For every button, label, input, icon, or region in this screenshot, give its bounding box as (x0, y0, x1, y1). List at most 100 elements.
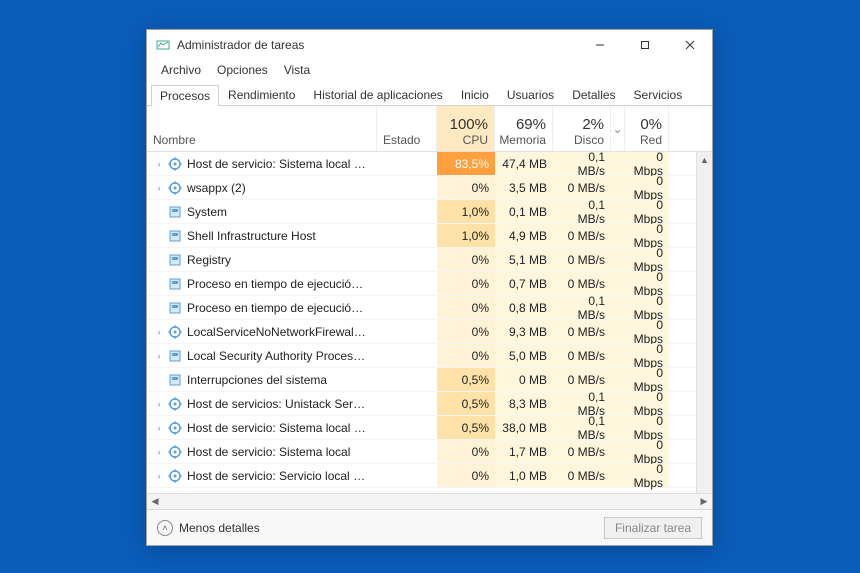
memory-cell: 1,7 MB (495, 440, 553, 463)
process-name-cell[interactable]: Shell Infrastructure Host (147, 224, 377, 247)
tab-startup[interactable]: Inicio (452, 84, 498, 105)
memory-cell: 0,7 MB (495, 272, 553, 295)
tab-app-history[interactable]: Historial de aplicaciones (304, 84, 451, 105)
table-row[interactable]: Shell Infrastructure Host1,0%4,9 MB0 MB/… (147, 224, 712, 248)
table-row[interactable]: › Host de servicio: Servicio local (... 0%… (147, 464, 712, 488)
process-name-cell[interactable]: Proceso en tiempo de ejecución... (147, 272, 377, 295)
scroll-up-icon[interactable]: ▲ (697, 152, 712, 168)
header-status[interactable]: Estado (377, 106, 437, 151)
process-list[interactable]: ›Host de servicio: Sistema local (...83,… (147, 152, 712, 493)
header-network[interactable]: 0% Red (625, 106, 669, 151)
expand-icon[interactable]: › (153, 183, 165, 193)
menu-options[interactable]: Opciones (209, 63, 276, 77)
header-name[interactable]: Nombre (147, 106, 377, 151)
expand-icon[interactable]: › (153, 471, 165, 481)
footer: ˄ Menos detalles Finalizar tarea (147, 509, 712, 545)
process-name-cell[interactable]: › Host de servicio: Servicio local (... (147, 464, 377, 487)
table-row[interactable]: Proceso en tiempo de ejecución... 0%0,8 M… (147, 296, 712, 320)
memory-cell: 0,8 MB (495, 296, 553, 319)
table-row[interactable]: ›wsappx (2)0%3,5 MB0 MB/s0 Mbps (147, 176, 712, 200)
network-cell: 0 Mbps (625, 368, 669, 391)
expand-icon[interactable]: › (153, 399, 165, 409)
disk-cell: 0 MB/s (553, 224, 611, 247)
scroll-right-icon[interactable]: ▶ (696, 496, 712, 507)
memory-cell: 4,9 MB (495, 224, 553, 247)
table-row[interactable]: ›Host de servicio: Sistema local 0%1,7 MB… (147, 440, 712, 464)
minimize-button[interactable] (577, 30, 622, 60)
sort-indicator[interactable]: ⌄ (611, 106, 625, 151)
column-headers: Nombre Estado 100% CPU 69% Memoria 2% Di… (147, 106, 712, 152)
tab-processes[interactable]: Procesos (151, 85, 219, 106)
expand-icon[interactable]: › (153, 423, 165, 433)
tab-users[interactable]: Usuarios (498, 84, 563, 105)
disk-cell: 0 MB/s (553, 248, 611, 271)
table-row[interactable]: ›LocalServiceNoNetworkFirewall ...0%9,3 … (147, 320, 712, 344)
disk-cell: 0 MB/s (553, 272, 611, 295)
fewer-details-button[interactable]: ˄ Menos detalles (157, 520, 260, 536)
process-status-cell (377, 200, 437, 223)
gear-icon (167, 324, 183, 340)
table-row[interactable]: ›Host de servicios: Unistack Servi...0,5… (147, 392, 712, 416)
memory-cell: 5,0 MB (495, 344, 553, 367)
expand-icon[interactable]: › (153, 447, 165, 457)
expand-icon[interactable]: › (153, 351, 165, 361)
table-row[interactable]: Proceso en tiempo de ejecución...0%0,7 M… (147, 272, 712, 296)
process-name-cell[interactable]: › Host de servicio: Sistema local (... (147, 416, 377, 439)
network-cell: 0 Mbps (625, 152, 669, 175)
table-row[interactable]: ›Local Security Authority Process...0%5,… (147, 344, 712, 368)
process-name-cell[interactable]: ›wsappx (2) (147, 176, 377, 199)
header-memory[interactable]: 69% Memoria (495, 106, 553, 151)
process-name: Host de servicio: Sistema local (... (187, 421, 367, 435)
table-row[interactable]: ›Host de servicio: Sistema local (...83,… (147, 152, 712, 176)
process-name: Host de servicio: Servicio local (... (187, 469, 367, 483)
memory-cell: 47,4 MB (495, 152, 553, 175)
header-disk[interactable]: 2% Disco (553, 106, 611, 151)
process-name-cell[interactable]: Interrupciones del sistema (147, 368, 377, 391)
network-cell: 0 Mbps (625, 296, 669, 319)
tab-services[interactable]: Servicios (625, 84, 692, 105)
menu-file[interactable]: Archivo (153, 63, 209, 77)
tab-performance[interactable]: Rendimiento (219, 84, 304, 105)
table-row[interactable]: ›Host de servicio: Sistema local (...0,5… (147, 416, 712, 440)
cpu-cell: 0% (437, 464, 495, 487)
process-name-cell[interactable]: System (147, 200, 377, 223)
process-name-cell[interactable]: ›Host de servicio: Sistema local (... (147, 152, 377, 175)
cpu-cell: 0% (437, 176, 495, 199)
cpu-cell: 0% (437, 320, 495, 343)
menu-view[interactable]: Vista (276, 63, 318, 77)
maximize-button[interactable] (622, 30, 667, 60)
header-cpu[interactable]: 100% CPU (437, 106, 495, 151)
disk-cell: 0,1 MB/s (553, 416, 611, 439)
process-name-cell[interactable]: ›Host de servicios: Unistack Servi... (147, 392, 377, 415)
process-name-cell[interactable]: ›Local Security Authority Process... (147, 344, 377, 367)
table-row[interactable]: Interrupciones del sistema0,5%0 MB0 MB/s… (147, 368, 712, 392)
tab-details[interactable]: Detalles (563, 84, 624, 105)
titlebar[interactable]: Administrador de tareas (147, 30, 712, 60)
disk-cell: 0 MB/s (553, 320, 611, 343)
vertical-scrollbar[interactable]: ▲ (696, 152, 712, 493)
chevron-up-circle-icon: ˄ (157, 520, 173, 536)
process-name-cell[interactable]: ›LocalServiceNoNetworkFirewall ... (147, 320, 377, 343)
close-button[interactable] (667, 30, 712, 60)
system-icon (167, 228, 183, 244)
table-row[interactable]: Registry0%5,1 MB0 MB/s0 Mbps (147, 248, 712, 272)
memory-cell: 3,5 MB (495, 176, 553, 199)
expand-icon[interactable]: › (153, 159, 165, 169)
process-name-cell[interactable]: ›Host de servicio: Sistema local (147, 440, 377, 463)
process-name-cell[interactable]: Registry (147, 248, 377, 271)
expand-icon[interactable]: › (153, 327, 165, 337)
horizontal-scrollbar[interactable]: ◀ ▶ (147, 493, 712, 509)
process-name: Proceso en tiempo de ejecución... (187, 301, 367, 315)
process-status-cell (377, 296, 437, 319)
gear-icon (167, 180, 183, 196)
cpu-cell: 0% (437, 296, 495, 319)
app-icon (155, 37, 171, 53)
cpu-cell: 0% (437, 440, 495, 463)
process-status-cell (377, 320, 437, 343)
table-row[interactable]: System1,0%0,1 MB0,1 MB/s0 Mbps (147, 200, 712, 224)
disk-cell: 0,1 MB/s (553, 152, 611, 175)
end-task-button[interactable]: Finalizar tarea (604, 517, 702, 539)
scroll-left-icon[interactable]: ◀ (147, 496, 163, 507)
disk-cell: 0,1 MB/s (553, 392, 611, 415)
process-name-cell[interactable]: Proceso en tiempo de ejecución... (147, 296, 377, 319)
